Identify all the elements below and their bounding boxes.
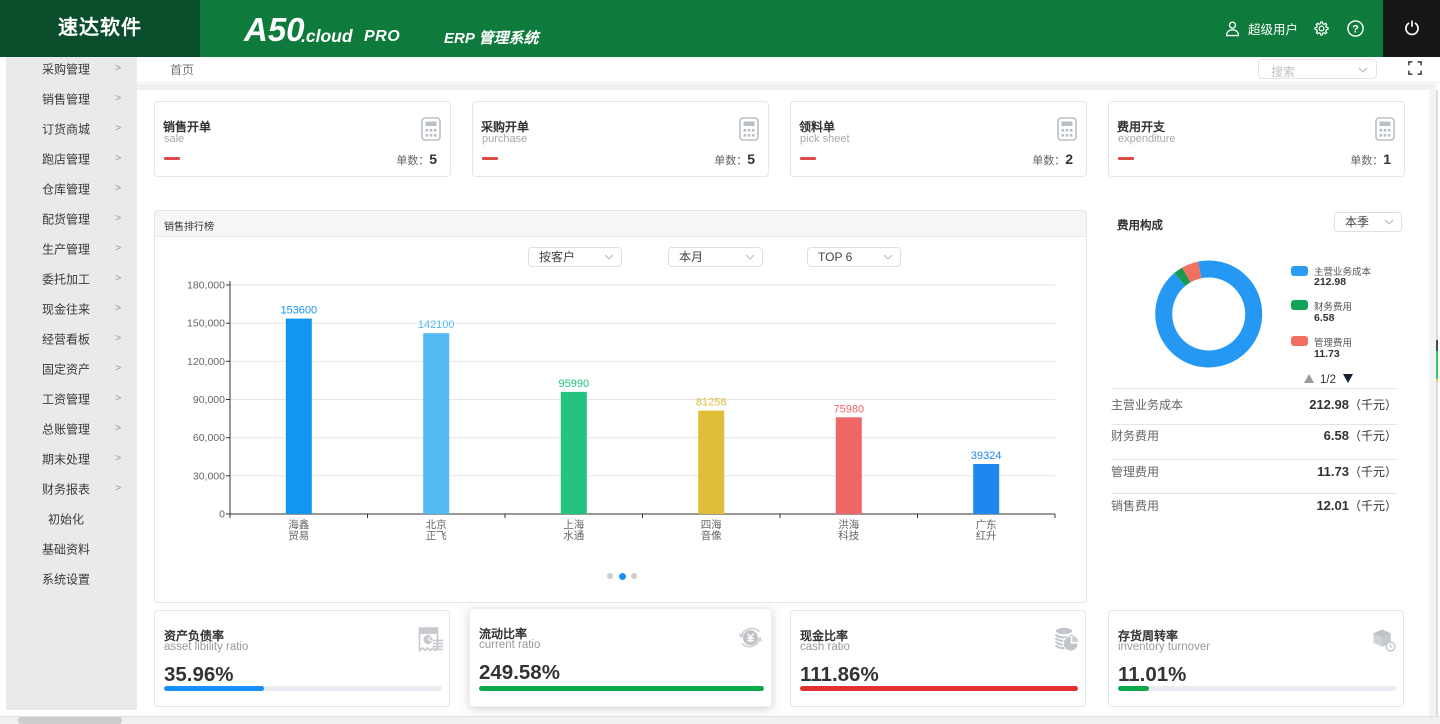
svg-text:153600: 153600 [280,305,317,317]
svg-text:1/2: 1/2 [1320,374,1336,384]
svg-text:?: ? [1352,24,1359,36]
svg-text:180,000: 180,000 [187,280,225,292]
svg-text:贸易: 贸易 [288,530,309,542]
svg-text:142100: 142100 [418,319,455,331]
svg-text:150,000: 150,000 [187,318,225,330]
svg-text:90,000: 90,000 [193,394,225,406]
svg-text:75980: 75980 [834,403,865,415]
svg-text:60,000: 60,000 [193,432,225,444]
svg-text:音像: 音像 [701,529,722,542]
svg-text:水通: 水通 [563,530,584,542]
svg-text:红升: 红升 [976,529,997,542]
svg-text:81258: 81258 [696,397,727,409]
svg-text:科技: 科技 [838,529,859,542]
svg-text:正飞: 正飞 [426,530,447,542]
svg-text:120,000: 120,000 [187,356,225,368]
svg-text:0: 0 [219,509,225,521]
svg-text:95990: 95990 [559,378,590,390]
svg-text:30,000: 30,000 [193,470,225,482]
svg-text:39324: 39324 [971,450,1002,462]
